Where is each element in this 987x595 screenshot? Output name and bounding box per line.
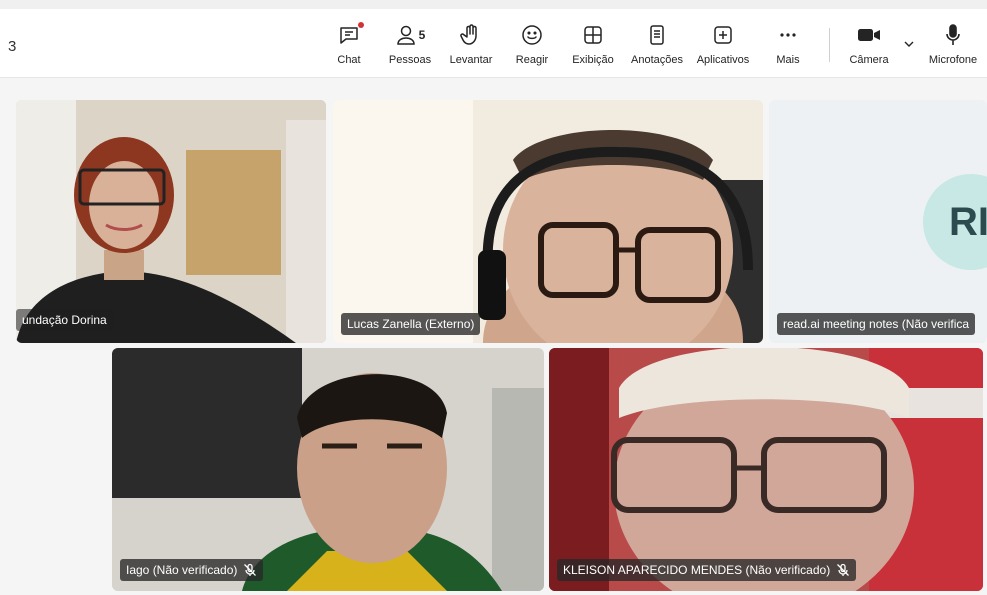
raise-hand-button[interactable]: Levantar [440,20,502,72]
meeting-timer: 3 [8,38,17,55]
participant-name-tag: Lucas Zanella (Externo) [341,313,481,335]
view-label: Exibição [572,54,614,66]
add-app-icon [714,26,732,44]
participant-avatar: RI [923,174,987,270]
meeting-toolbar: 3 Chat 5 Pessoas Levantar Reagir Exibiçã… [0,0,987,78]
video-tile[interactable]: undação Dorina [16,100,326,343]
chat-button[interactable]: Chat [318,20,380,72]
participant-name: read.ai meeting notes (Não verifica [783,317,970,331]
mic-muted-icon [837,563,850,576]
camera-label: Câmera [849,54,889,66]
participant-video [112,348,544,591]
grid-view-icon [584,26,602,44]
participant-name-tag: KLEISON APARECIDO MENDES (Não verificado… [557,559,857,581]
participant-name: Iago (Não verificado) [126,563,238,577]
smiley-icon [522,25,542,45]
video-tile[interactable]: Iago (Não verificado) [112,348,544,591]
participant-name-tag: Iago (Não verificado) [120,559,264,581]
video-tile[interactable]: RI read.ai meeting notes (Não verifica [769,100,987,343]
top-strip [0,0,987,9]
raise-hand-icon [460,24,477,45]
chat-label: Chat [337,54,361,66]
microphone-label: Microfone [928,54,978,66]
participant-name-tag: read.ai meeting notes (Não verifica [777,313,976,335]
view-button[interactable]: Exibição [562,20,624,72]
more-button[interactable]: Mais [757,20,819,72]
raise-hand-label: Levantar [449,54,493,66]
chat-icon [340,27,358,44]
participant-video [549,348,983,591]
toolbar-divider [829,28,830,62]
chevron-down-icon [904,41,914,47]
react-label: Reagir [515,54,549,66]
video-tile[interactable]: Lucas Zanella (Externo) [333,100,763,343]
mic-muted-icon [244,563,257,576]
video-tile[interactable]: KLEISON APARECIDO MENDES (Não verificado… [549,348,983,591]
participant-video [333,100,763,343]
participant-name: Lucas Zanella (Externo) [347,317,475,331]
notes-icon [650,25,664,45]
people-count: 5 [418,28,426,42]
camera-icon [858,29,880,41]
react-button[interactable]: Reagir [501,20,563,72]
apps-label: Aplicativos [696,54,750,66]
camera-options-toggle[interactable] [901,36,917,52]
people-button[interactable]: 5 Pessoas [379,20,441,72]
apps-button[interactable]: Aplicativos [692,20,754,72]
participant-video [16,100,326,343]
participant-name: undação Dorina [22,313,107,327]
microphone-button[interactable]: Microfone [922,20,984,72]
more-label: Mais [776,54,800,66]
people-icon [396,25,415,45]
microphone-icon [946,24,960,45]
notes-label: Anotações [631,54,683,66]
more-dots-icon [780,33,796,37]
participant-name: KLEISON APARECIDO MENDES (Não verificado… [563,563,831,577]
notification-dot [358,22,364,28]
notes-button[interactable]: Anotações [626,20,688,72]
people-label: Pessoas [388,54,432,66]
participant-name-tag: undação Dorina [16,309,113,331]
camera-button[interactable]: Câmera [838,20,900,72]
